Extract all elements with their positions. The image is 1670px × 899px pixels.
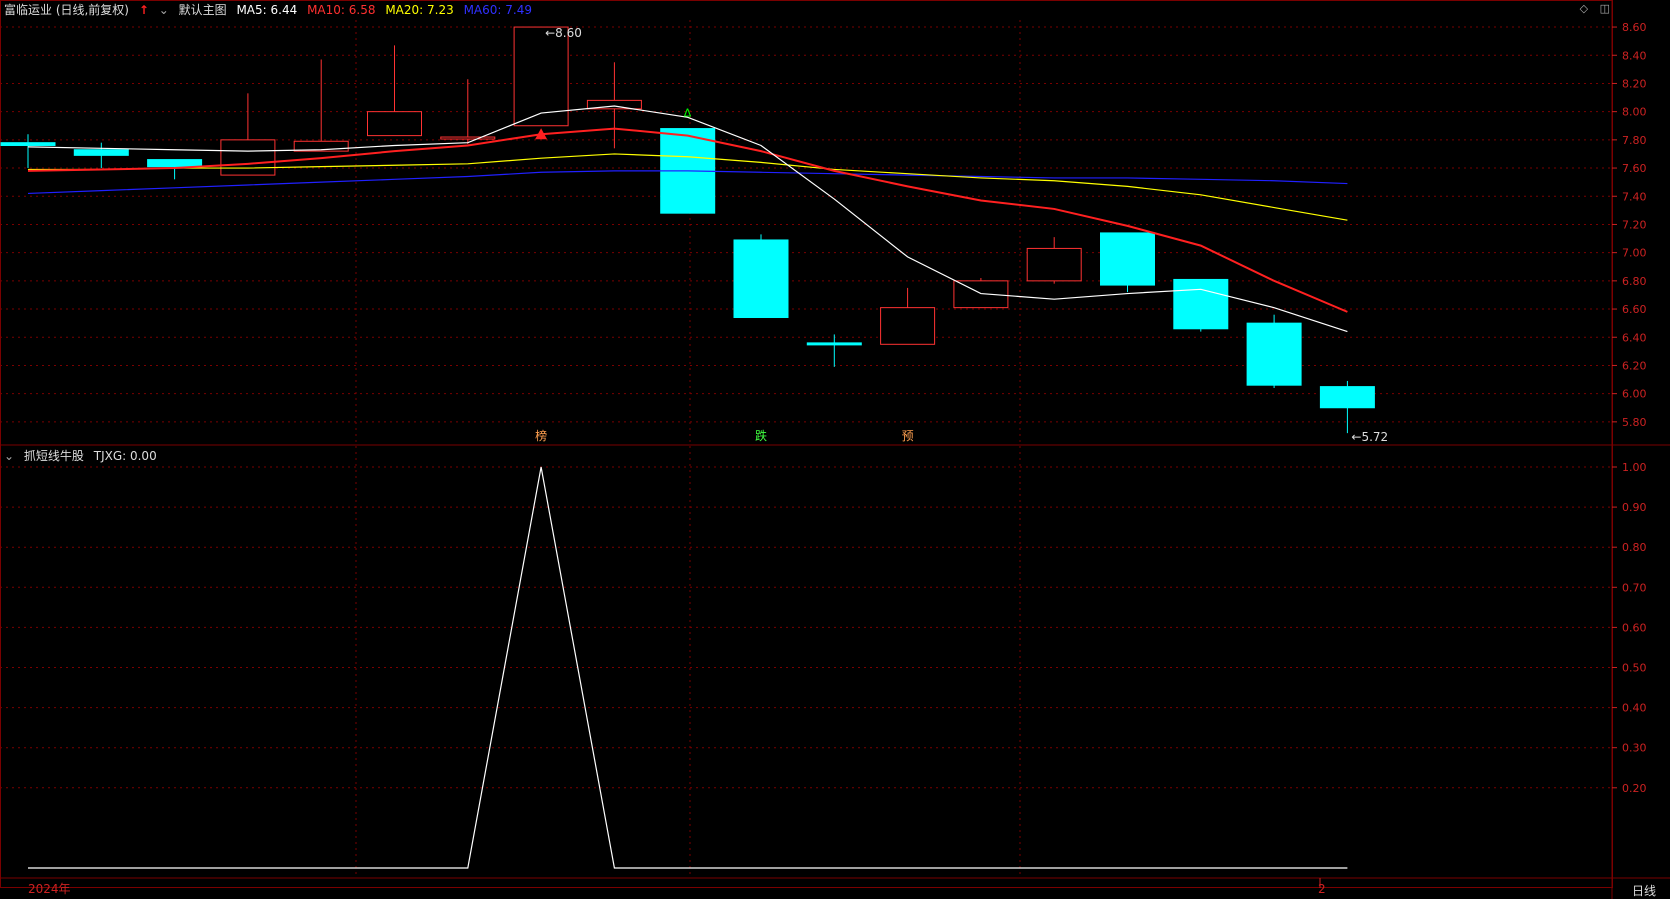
candle-body bbox=[1319, 386, 1375, 409]
candle-body bbox=[440, 136, 496, 140]
indicator-tick-label: 0.30 bbox=[1622, 742, 1647, 755]
indicator-tick-label: 0.90 bbox=[1622, 501, 1647, 514]
candle-body bbox=[953, 280, 1009, 309]
candle bbox=[1026, 237, 1082, 284]
y-tick-label: 8.40 bbox=[1622, 49, 1647, 62]
candle-body bbox=[73, 149, 129, 156]
period-label[interactable]: 日线 bbox=[1632, 882, 1656, 899]
candle bbox=[806, 334, 862, 367]
indicator-tick-label: 0.50 bbox=[1622, 662, 1647, 675]
price-annotation: ←8.60 bbox=[545, 26, 582, 40]
indicator-tick-label: 0.20 bbox=[1622, 782, 1647, 795]
ma5-label: MA5: 6.44 bbox=[236, 3, 298, 17]
candle bbox=[293, 59, 349, 152]
panel-toggle-icon[interactable]: ◫ bbox=[1600, 2, 1610, 15]
candle-body bbox=[220, 139, 276, 176]
y-tick-label: 8.20 bbox=[1622, 77, 1647, 90]
candle-body bbox=[733, 239, 789, 319]
candle-body bbox=[1246, 322, 1302, 386]
y-tick-label: 8.00 bbox=[1622, 106, 1647, 119]
candle-body bbox=[880, 307, 936, 345]
indicator-value: TJXG: 0.00 bbox=[93, 449, 157, 463]
candle bbox=[880, 287, 936, 345]
event-marker: 预 bbox=[902, 429, 914, 443]
candle bbox=[73, 142, 129, 169]
chevron-down-icon[interactable]: ⌄ bbox=[4, 449, 14, 463]
y-tick-label: 6.60 bbox=[1622, 303, 1647, 316]
up-arrow-icon: ↑ bbox=[138, 3, 149, 17]
y-tick-label: 7.00 bbox=[1622, 247, 1647, 260]
x-axis-month-label: 2 bbox=[1318, 882, 1326, 896]
indicator-tick-label: 1.00 bbox=[1622, 461, 1647, 474]
diamond-icon[interactable]: ◇ bbox=[1580, 2, 1588, 15]
candle bbox=[1173, 278, 1229, 332]
indicator-name[interactable]: 抓短线牛股 bbox=[24, 449, 84, 463]
indicator-tick-label: 0.80 bbox=[1622, 541, 1647, 554]
chevron-down-icon[interactable]: ⌄ bbox=[159, 3, 169, 17]
ma60-label: MA60: 7.49 bbox=[463, 3, 532, 17]
y-tick-label: 7.80 bbox=[1622, 134, 1647, 147]
price-annotation: ←5.72 bbox=[1351, 430, 1388, 444]
candle bbox=[0, 134, 56, 169]
candle-body bbox=[1173, 278, 1229, 330]
event-marker: 跌 bbox=[755, 428, 767, 443]
y-tick-label: 7.40 bbox=[1622, 190, 1647, 203]
x-axis-year-label: 2024年 bbox=[28, 882, 71, 896]
y-tick-label: 8.60 bbox=[1622, 21, 1647, 34]
y-tick-label: 7.60 bbox=[1622, 162, 1647, 175]
stock-chart[interactable]: 8.60 8.40 8.20 8.00 7.80 7.60 7.40 7.20 7.00 6.80… bbox=[0, 0, 1670, 899]
candle bbox=[1246, 314, 1302, 389]
candle-body bbox=[1026, 247, 1082, 282]
candle-body bbox=[1100, 232, 1155, 286]
indicator-tick-label: 0.40 bbox=[1622, 702, 1647, 715]
ma20-label: MA20: 7.23 bbox=[385, 3, 454, 17]
candle bbox=[147, 159, 203, 180]
event-marker: 榜 bbox=[535, 428, 547, 443]
candle bbox=[733, 234, 789, 319]
y-tick-label: 6.80 bbox=[1622, 275, 1647, 288]
candle bbox=[1319, 380, 1375, 434]
symbol-title[interactable]: 富临运业 (日线,前复权) bbox=[4, 3, 129, 17]
candle bbox=[367, 45, 422, 137]
main-chart-name[interactable]: 默认主图 bbox=[179, 3, 227, 17]
main-chart-header: 富临运业 (日线,前复权) ↑ ⌄ 默认主图 MA5: 6.44 MA10: 6… bbox=[4, 1, 538, 18]
candle bbox=[1100, 232, 1155, 293]
signal-marker-icon: Δ bbox=[684, 107, 692, 120]
y-tick-label: 7.20 bbox=[1622, 218, 1647, 231]
corner-icons: ◇ ◫ bbox=[1572, 2, 1610, 15]
y-tick-label: 5.80 bbox=[1622, 416, 1647, 429]
y-tick-label: 6.00 bbox=[1622, 388, 1647, 401]
y-tick-label: 6.40 bbox=[1622, 331, 1647, 344]
candle-body bbox=[806, 342, 862, 346]
candle bbox=[586, 62, 642, 149]
y-tick-label: 6.20 bbox=[1622, 359, 1647, 372]
candle-body bbox=[0, 142, 56, 146]
tjxg-line bbox=[28, 466, 1348, 869]
ma10-label: MA10: 6.58 bbox=[307, 3, 376, 17]
candle-body bbox=[367, 111, 422, 137]
candle bbox=[953, 278, 1009, 309]
indicator-header: ⌄ 抓短线牛股 TJXG: 0.00 bbox=[4, 447, 163, 464]
candle-body bbox=[147, 159, 203, 168]
indicator-tick-label: 0.60 bbox=[1622, 621, 1647, 634]
indicator-tick-label: 0.70 bbox=[1622, 581, 1647, 594]
